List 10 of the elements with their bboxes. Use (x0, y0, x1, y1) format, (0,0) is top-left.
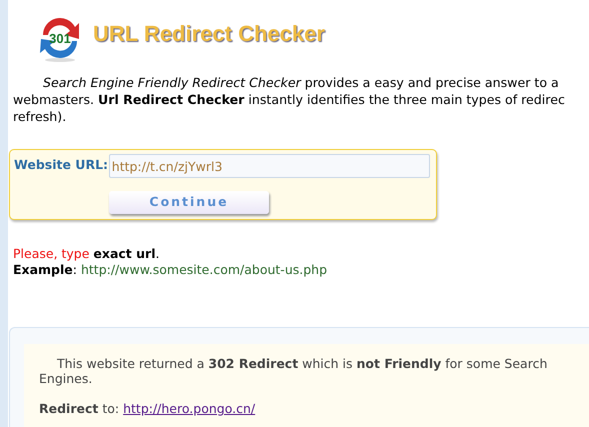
redirect-line: Redirect to: http://hero.pongo.cn/ (39, 400, 256, 418)
redirect-link[interactable]: http://hero.pongo.cn/ (123, 401, 256, 416)
page-title: URL Redirect Checker (93, 20, 325, 48)
result-message: This website returned a 302 Redirect which is not Friendly for some Search Engines. (39, 356, 548, 386)
continue-button[interactable]: Continue (109, 191, 269, 214)
hint-text: Example: http://www.somesite.com/about-us.php (13, 262, 328, 278)
url-label: Website URL: (14, 156, 109, 174)
hint-text: Please, type exact url. (13, 246, 160, 262)
intro-paragraph: Search Engine Friendly Redirect Checker provides a easy and precise answer to a webmasters. Url Redirect Checker instantly identifies the three main types of redirec refresh). (13, 74, 566, 125)
url-input[interactable]: http://t.cn/zjYwrl3 (108, 154, 430, 178)
